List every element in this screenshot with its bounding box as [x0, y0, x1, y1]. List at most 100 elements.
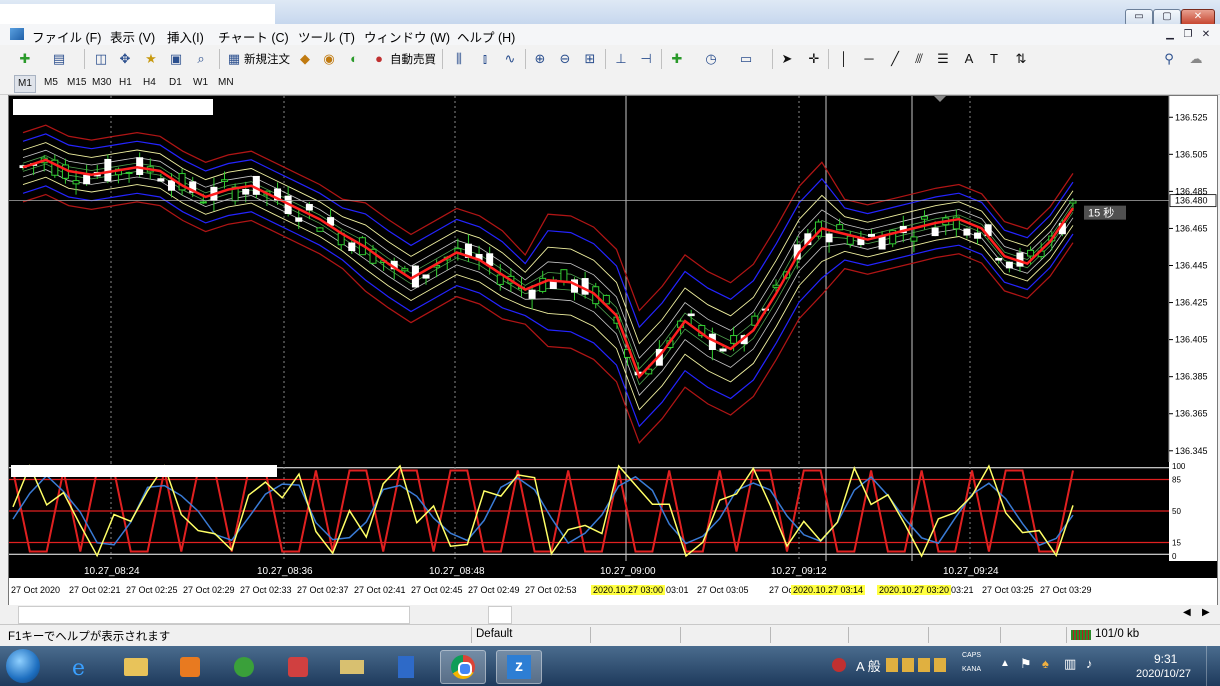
menu-tools[interactable]: ツール (T) — [298, 27, 355, 46]
scroll-right-icon[interactable]: ▶ — [1202, 607, 1210, 618]
show-desktop-button[interactable] — [1206, 646, 1220, 686]
time-axis-label: 27 Oct 02:45 — [411, 585, 463, 595]
periods-icon[interactable]: ◷ — [702, 50, 720, 68]
market-watch-icon[interactable]: ◫ — [92, 50, 110, 68]
tray-clock-date[interactable]: 2020/10/27 — [1136, 668, 1191, 680]
oscillator-axis-label: 15 — [1172, 539, 1181, 548]
line-chart-icon[interactable]: ∿ — [501, 50, 519, 68]
zoom-out-icon[interactable]: ⊖ — [556, 50, 574, 68]
candle-body — [963, 228, 971, 236]
time-axis: 27 Oct 2020 27 Oct 02:21 27 Oct 02:25 27 Oc… — [9, 578, 1217, 606]
chat-icon[interactable]: ☁ — [1187, 50, 1205, 68]
tray-expand-icon[interactable]: ▲ — [1000, 658, 1010, 669]
tray-clock-time[interactable]: 9:31 — [1154, 652, 1177, 666]
menu-window[interactable]: ウィンドウ (W) — [364, 27, 450, 46]
new-chart-icon[interactable]: ✚ — [16, 50, 34, 68]
taskbar-app-icon[interactable] — [222, 650, 266, 682]
timeframe-m1[interactable]: M1 — [14, 75, 36, 93]
tray-flag-icon[interactable]: ⚑ — [1020, 656, 1032, 672]
timeframe-h1[interactable]: H1 — [116, 75, 135, 91]
mdi-restore-icon[interactable]: ❐ — [1181, 29, 1195, 41]
market-icon[interactable]: ◐ — [345, 50, 363, 68]
signals-icon[interactable]: ◉ — [320, 50, 338, 68]
tray-ime-icons[interactable] — [886, 658, 946, 672]
arrows-icon[interactable]: ⇅ — [1012, 50, 1030, 68]
timeframe-m30[interactable]: M30 — [89, 75, 114, 91]
crosshair-icon[interactable]: ✛ — [805, 50, 823, 68]
oscillator-chart[interactable]: 100 85 50 15 0 10.27_08:24 10.27_08:36 10.27_08… — [9, 462, 1217, 578]
taskbar-app2-icon[interactable] — [276, 650, 320, 682]
chart-tab-redacted-2[interactable] — [488, 606, 512, 624]
candle-body — [995, 257, 1003, 261]
tray-volume-icon[interactable]: ♪ — [1086, 656, 1093, 671]
fibonacci-icon[interactable]: ☰ — [934, 50, 952, 68]
price-tick-label: 136.525 — [1175, 112, 1208, 122]
timeframe-w1[interactable]: W1 — [190, 75, 211, 91]
vertical-line-icon[interactable]: │ — [835, 50, 853, 68]
candle-body — [1069, 200, 1077, 204]
data-window-icon[interactable]: ✥ — [116, 50, 134, 68]
start-button[interactable] — [6, 649, 40, 683]
indicators-icon[interactable]: ✚ — [668, 50, 686, 68]
autoscroll-icon[interactable]: ⊥ — [612, 50, 630, 68]
menu-view[interactable]: 表示 (V) — [110, 27, 155, 46]
candle-body — [305, 204, 313, 211]
tray-ime-mode[interactable]: A 般 — [856, 656, 881, 675]
taskbar-mt4-icon[interactable]: z — [496, 650, 542, 684]
chart-shift-icon[interactable]: ⊣ — [637, 50, 655, 68]
taskbar-app4-icon[interactable] — [384, 650, 428, 682]
trendline-icon[interactable]: ╱ — [886, 50, 904, 68]
scroll-left-icon[interactable]: ◀ — [1183, 607, 1191, 618]
menu-chart[interactable]: チャート (C) — [218, 27, 289, 46]
taskbar-media-icon[interactable] — [168, 650, 212, 682]
mdi-minimize-icon[interactable]: ▁ — [1163, 29, 1177, 41]
timeframe-d1[interactable]: D1 — [166, 75, 185, 91]
navigator-icon[interactable]: ★ — [142, 50, 160, 68]
windows-taskbar: e z A 般 CAPS KANA ▲ ⚑ ♠ ▥ ♪ 9:31 2020/10… — [0, 646, 1220, 686]
timeframe-m15[interactable]: M15 — [64, 75, 89, 91]
text-icon[interactable]: A — [960, 50, 978, 68]
new-order-icon[interactable]: ▦ — [225, 50, 243, 68]
bar-chart-icon[interactable]: ⫼ — [450, 50, 468, 68]
metaeditor-icon[interactable]: ◆ — [296, 50, 314, 68]
time-axis-label: 27 Oct 02:21 — [69, 585, 121, 595]
taskbar-chrome-icon[interactable] — [440, 650, 486, 684]
zoom-in-icon[interactable]: ⊕ — [531, 50, 549, 68]
chart-window[interactable]: 136.525 136.505 136.485 136.465 136.445 136.4… — [8, 95, 1218, 607]
auto-trading-icon[interactable]: ● — [370, 50, 388, 68]
time-axis-label: 27 Oct 02:53 — [525, 585, 577, 595]
new-order-button[interactable]: 新規注文 — [244, 51, 290, 67]
candlestick-icon[interactable]: ⫾ — [476, 50, 494, 68]
time-axis-label: 27 Oct 02:49 — [468, 585, 520, 595]
candle-body — [83, 174, 91, 185]
tray-network-icon[interactable]: ▥ — [1064, 656, 1076, 672]
menu-file[interactable]: ファイル (F) — [32, 27, 101, 46]
price-chart[interactable]: 136.525136.505136.485136.465136.445136.4… — [9, 96, 1217, 462]
auto-trading-button[interactable]: 自動売買 — [390, 51, 436, 67]
timeframe-mn[interactable]: MN — [215, 75, 237, 91]
candle-body — [348, 242, 356, 252]
templates-icon[interactable]: ▭ — [737, 50, 755, 68]
tile-windows-icon[interactable]: ⊞ — [581, 50, 599, 68]
cursor-icon[interactable]: ➤ — [778, 50, 796, 68]
profiles-icon[interactable]: ▤ — [50, 50, 68, 68]
chart-tab-redacted[interactable] — [18, 606, 410, 624]
tester-icon[interactable]: ⌕ — [192, 50, 210, 68]
timeframe-h4[interactable]: H4 — [140, 75, 159, 91]
menu-help[interactable]: ヘルプ (H) — [457, 27, 515, 46]
search-icon[interactable]: ⚲ — [1160, 50, 1178, 68]
mdi-close-icon[interactable]: ✕ — [1199, 29, 1213, 41]
terminal-icon[interactable]: ▣ — [167, 50, 185, 68]
taskbar-explorer-icon[interactable] — [114, 650, 158, 682]
text-label-icon[interactable]: T — [985, 50, 1003, 68]
timeframe-m5[interactable]: M5 — [41, 75, 61, 91]
tray-security-icon[interactable] — [832, 658, 846, 672]
taskbar-app3-icon[interactable] — [330, 650, 374, 682]
status-bar: F1キーでヘルプが表示されます Default 101/0 kb — [0, 624, 1220, 645]
channel-icon[interactable]: ⫻ — [910, 50, 928, 68]
horizontal-line-icon[interactable]: ─ — [860, 50, 878, 68]
taskbar-ie-icon[interactable]: e — [60, 650, 104, 682]
tray-app-icon[interactable]: ♠ — [1042, 656, 1049, 671]
price-tick-label: 136.505 — [1175, 149, 1208, 159]
menu-insert[interactable]: 挿入(I) — [167, 27, 204, 46]
